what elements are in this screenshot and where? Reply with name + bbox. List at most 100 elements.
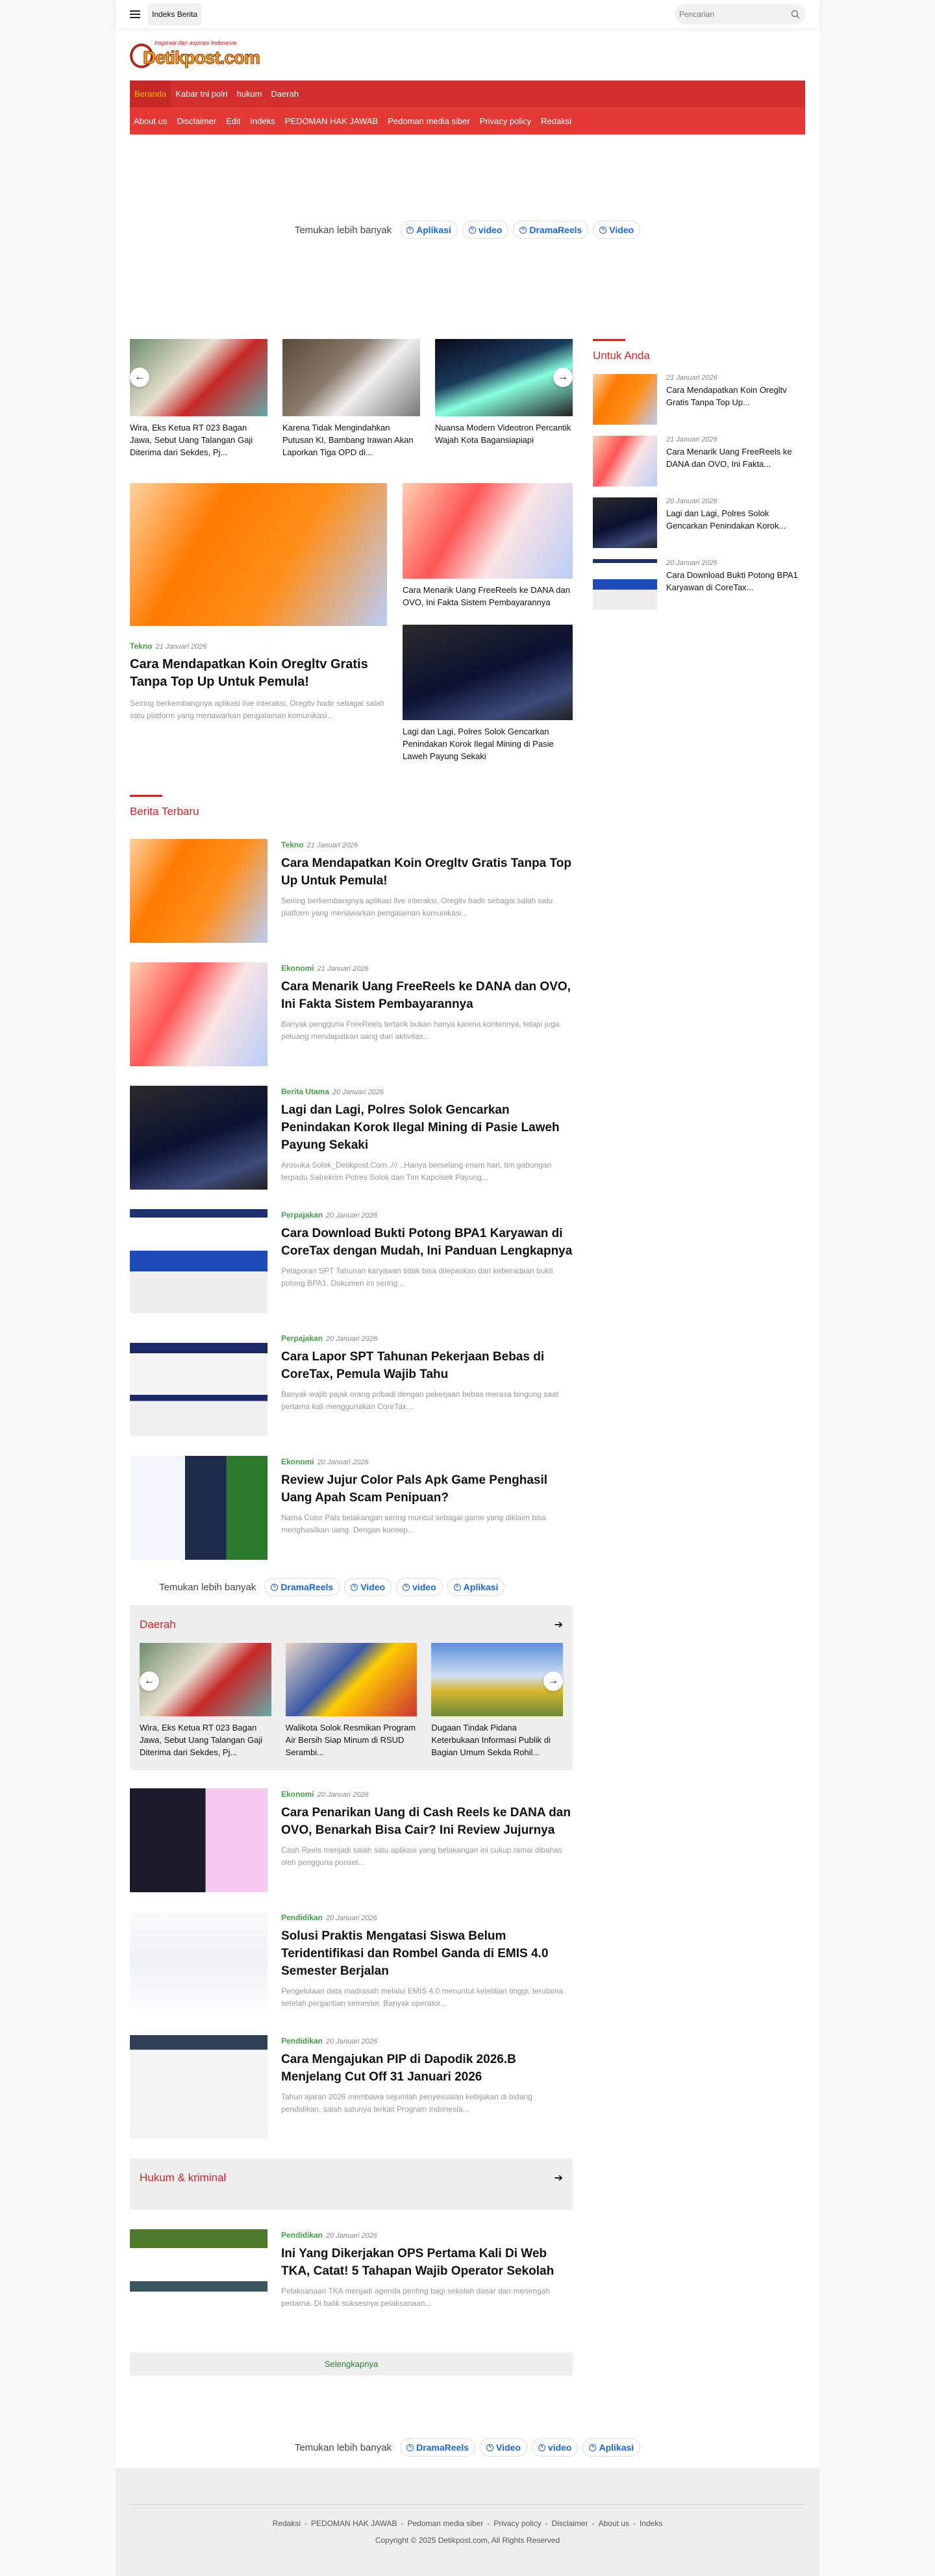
nav-item-edit[interactable]: Edit	[222, 107, 246, 134]
featured-side-article[interactable]: Lagi dan Lagi, Polres Solok Gencarkan Pe…	[403, 625, 573, 762]
list-item[interactable]: Tekno 21 Januari 2026 Cara Mendapatkan Koi…	[130, 839, 573, 943]
thumbnail-image[interactable]	[593, 559, 657, 610]
thumbnail-image[interactable]	[593, 436, 657, 486]
thumbnail-image[interactable]	[593, 497, 657, 548]
article-title[interactable]: Cara Download Bukti Potong BPA1 Karyawan…	[666, 569, 805, 594]
slider-prev-arrow-icon[interactable]: ←	[130, 368, 149, 387]
category-label[interactable]: Pendidikan	[281, 2231, 323, 2240]
category-label[interactable]: Ekonomi	[281, 1790, 314, 1799]
thumbnail-image[interactable]	[130, 962, 268, 1066]
discover-chip-dramareels[interactable]: ϟ DramaReels	[400, 2438, 476, 2457]
article-title[interactable]: Review Jujur Color Pals Apk Game Penghas…	[281, 1471, 573, 1507]
thumbnail-image[interactable]	[403, 625, 573, 720]
nav-item-about-us[interactable]: About us	[130, 107, 173, 134]
nav-item-pedoman-media-siber[interactable]: Pedoman media siber	[384, 107, 475, 134]
list-item[interactable]: Ekonomi 20 Januari 2026 Review Jujur Color…	[130, 1456, 573, 1560]
thumbnail-image[interactable]	[285, 1643, 418, 1716]
article-title[interactable]: Wira, Eks Ketua RT 023 Bagan Jawa, Sebut…	[130, 421, 268, 458]
footer-link-redaksi[interactable]: Redaksi	[273, 2519, 301, 2528]
slide-article[interactable]: Nuansa Modern Videotron Percantik Wajah …	[435, 339, 573, 458]
slider-next-arrow-icon[interactable]: →	[543, 1671, 563, 1691]
article-title[interactable]: Wira, Eks Ketua RT 023 Bagan Jawa, Sebut…	[140, 1721, 271, 1758]
category-label[interactable]: Ekonomi	[281, 1457, 314, 1466]
section-title-hukum-kriminal[interactable]: Hukum & kriminal	[140, 2171, 226, 2184]
list-item[interactable]: Pendidikan 20 Januari 2026 Ini Yang Dikerj…	[130, 2229, 573, 2333]
article-title[interactable]: Dugaan Tindak Pidana Keterbukaan Informa…	[431, 1721, 563, 1758]
discover-chip-aplikasi[interactable]: ϟ Aplikasi	[582, 2438, 641, 2457]
article-title[interactable]: Cara Penarikan Uang di Cash Reels ke DAN…	[281, 1804, 573, 1839]
article-title[interactable]: Cara Mendapatkan Koin Oregltv Gratis Tan…	[281, 855, 573, 890]
nav-item-pedoman-hak-jawab[interactable]: PEDOMAN HAK JAWAB	[281, 107, 384, 134]
thumbnail-image[interactable]	[130, 839, 268, 943]
thumbnail-image[interactable]	[593, 374, 657, 425]
indeks-berita-button[interactable]: Indeks Berita	[148, 3, 202, 25]
footer-link-pedoman-hak-jawab[interactable]: PEDOMAN HAK JAWAB	[311, 2519, 397, 2528]
discover-chip-aplikasi[interactable]: ϟ Aplikasi	[447, 1578, 505, 1596]
list-item[interactable]: Pendidikan 20 Januari 2026 Solusi Praktis …	[130, 1912, 573, 2016]
discover-chip-video[interactable]: ϟ video	[396, 1578, 443, 1596]
thumbnail-image[interactable]	[130, 2229, 268, 2333]
article-title[interactable]: Lagi dan Lagi, Polres Solok Gencarkan Pe…	[666, 507, 805, 532]
discover-chip-dramareels[interactable]: ϟ DramaReels	[264, 1578, 340, 1596]
nav-item-daerah[interactable]: Daerah	[266, 81, 303, 107]
thumbnail-image[interactable]	[130, 1086, 268, 1190]
footer-link-about-us[interactable]: About us	[599, 2519, 629, 2528]
slider-next-arrow-icon[interactable]: →	[553, 368, 573, 387]
article-title[interactable]: Cara Mendapatkan Koin Oregltv Gratis Tan…	[666, 384, 805, 408]
sidebar-item[interactable]: 20 Januari 2026 Cara Download Bukti Poton…	[593, 559, 805, 610]
list-item[interactable]: Ekonomi 20 Januari 2026 Cara Penarikan Uan…	[130, 1788, 573, 1892]
section-title-daerah[interactable]: Daerah	[140, 1618, 176, 1631]
category-label[interactable]: Pendidikan	[281, 2036, 323, 2045]
discover-chip-aplikasi[interactable]: ϟ Aplikasi	[400, 221, 458, 239]
article-title[interactable]: Nuansa Modern Videotron Percantik Wajah …	[435, 421, 573, 458]
footer-link-privacy-policy[interactable]: Privacy policy	[493, 2519, 541, 2528]
article-title[interactable]: Solusi Praktis Mengatasi Siswa Belum Ter…	[281, 1927, 573, 1980]
nav-item-privacy-policy[interactable]: Privacy policy	[476, 107, 537, 134]
slide-article[interactable]: Wira, Eks Ketua RT 023 Bagan Jawa, Sebut…	[130, 339, 268, 458]
list-item[interactable]: Perpajakan 20 Januari 2026 Cara Lapor SPT …	[130, 1332, 573, 1436]
footer-link-pedoman-media-siber[interactable]: Pedoman media siber	[407, 2519, 483, 2528]
nav-item-disclaimer[interactable]: Disclaimer	[173, 107, 222, 134]
thumbnail-image[interactable]	[140, 1643, 271, 1716]
nav-item-redaksi[interactable]: Redaksi	[537, 107, 577, 134]
slide-article[interactable]: Karena Tidak Mengindahkan Putusan KI, Ba…	[282, 339, 420, 458]
load-more-button[interactable]: Selengkapnya	[130, 2353, 573, 2375]
category-label[interactable]: Ekonomi	[281, 964, 314, 973]
category-label[interactable]: Berita Utama	[281, 1087, 329, 1096]
nav-item-kabar-tni-polri[interactable]: Kabar tni polri	[171, 81, 232, 107]
discover-chip-video[interactable]: ϟ Video	[480, 2438, 527, 2457]
thumbnail-image[interactable]	[435, 339, 573, 416]
article-title[interactable]: Lagi dan Lagi, Polres Solok Gencarkan Pe…	[281, 1101, 573, 1154]
featured-main-article[interactable]: Tekno 21 Januari 2026 Cara Mendapatkan Ko…	[130, 483, 387, 722]
nav-item-indeks[interactable]: Indeks	[246, 107, 280, 134]
article-title[interactable]: Cara Download Bukti Potong BPA1 Karyawan…	[281, 1225, 573, 1260]
category-label[interactable]: Perpajakan	[281, 1334, 323, 1343]
discover-chip-video[interactable]: ϟ video	[462, 221, 509, 239]
article-title[interactable]: Karena Tidak Mengindahkan Putusan KI, Ba…	[282, 421, 420, 458]
category-label[interactable]: Perpajakan	[281, 1210, 323, 1219]
article-title[interactable]: Cara Menarik Uang FreeReels ke DANA dan …	[403, 584, 573, 608]
sidebar-item[interactable]: 20 Januari 2026 Lagi dan Lagi, Polres Sol…	[593, 497, 805, 548]
search-icon[interactable]	[791, 10, 800, 19]
discover-chip-video[interactable]: ϟ Video	[344, 1578, 392, 1596]
article-title[interactable]: Cara Menarik Uang FreeReels ke DANA dan …	[666, 445, 805, 470]
sidebar-item[interactable]: 21 Januari 2026 Cara Mendapatkan Koin Ore…	[593, 374, 805, 425]
article-title[interactable]: Ini Yang Dikerjakan OPS Pertama Kali Di …	[281, 2245, 573, 2280]
slide-article[interactable]: Walikota Solok Resmikan Program Air Bers…	[285, 1643, 418, 1758]
list-item[interactable]: Ekonomi 21 Januari 2026 Cara Menarik Uang …	[130, 962, 573, 1066]
thumbnail-image[interactable]	[130, 1332, 268, 1436]
thumbnail-image[interactable]	[282, 339, 420, 416]
article-title[interactable]: Walikota Solok Resmikan Program Air Bers…	[286, 1721, 418, 1758]
slide-article[interactable]: Dugaan Tindak Pidana Keterbukaan Informa…	[431, 1643, 564, 1758]
discover-chip-video[interactable]: ϟ video	[531, 2438, 579, 2457]
thumbnail-image[interactable]	[130, 2035, 268, 2139]
list-item[interactable]: Berita Utama 20 Januari 2026 Lagi dan Lagi…	[130, 1086, 573, 1190]
category-label[interactable]: Tekno	[130, 642, 152, 651]
slider-prev-arrow-icon[interactable]: ←	[140, 1671, 159, 1691]
footer-link-disclaimer[interactable]: Disclaimer	[552, 2519, 588, 2528]
article-title[interactable]: Lagi dan Lagi, Polres Solok Gencarkan Pe…	[403, 725, 573, 762]
arrow-right-icon[interactable]: ➔	[555, 1618, 563, 1631]
slide-article[interactable]: Wira, Eks Ketua RT 023 Bagan Jawa, Sebut…	[140, 1643, 271, 1758]
category-label[interactable]: Pendidikan	[281, 1913, 323, 1922]
search-input[interactable]	[679, 10, 791, 19]
